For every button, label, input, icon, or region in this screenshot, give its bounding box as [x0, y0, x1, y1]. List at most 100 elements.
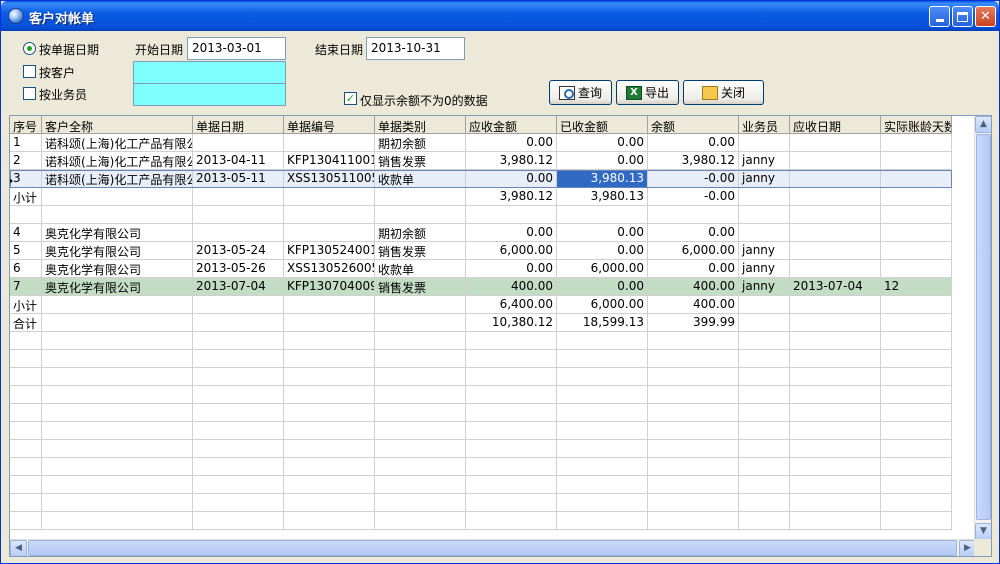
column-header[interactable]: 单据编号	[284, 116, 375, 134]
table-cell[interactable]: 奥克化学有限公司	[42, 260, 193, 278]
table-cell[interactable]	[739, 296, 790, 314]
table-cell[interactable]: janny	[739, 242, 790, 260]
table-cell[interactable]: 3,980.12	[648, 152, 739, 170]
horizontal-scroll-thumb[interactable]	[28, 540, 957, 556]
table-cell[interactable]: 2	[10, 152, 42, 170]
table-cell[interactable]	[881, 134, 952, 152]
table-cell[interactable]: 期初余额	[375, 134, 466, 152]
table-cell[interactable]: 3,980.12	[466, 188, 557, 206]
table-cell[interactable]: janny	[739, 278, 790, 296]
scroll-left-icon[interactable]: ◀	[10, 540, 27, 556]
table-cell[interactable]: 2013-05-26	[193, 260, 284, 278]
table-cell[interactable]	[881, 260, 952, 278]
table-cell[interactable]: 期初余额	[375, 224, 466, 242]
column-header[interactable]: 客户全称	[42, 116, 193, 134]
table-cell[interactable]: XSS130526005	[284, 260, 375, 278]
table-cell[interactable]: KFP130524001	[284, 242, 375, 260]
close-window-button[interactable]: ✕	[975, 6, 996, 27]
table-cell[interactable]	[790, 260, 881, 278]
table-cell[interactable]: 0.00	[466, 260, 557, 278]
table-cell[interactable]	[881, 224, 952, 242]
close-button[interactable]: 关闭	[683, 80, 764, 105]
table-cell[interactable]: 0.00	[648, 134, 739, 152]
table-cell[interactable]	[42, 188, 193, 206]
column-header[interactable]: 应收金额	[466, 116, 557, 134]
table-cell[interactable]: 0.00	[466, 134, 557, 152]
table-cell[interactable]: 399.99	[648, 314, 739, 332]
table-cell[interactable]	[284, 206, 375, 224]
table-cell[interactable]: 2013-05-11	[193, 170, 284, 188]
table-cell[interactable]: 2013-07-04	[193, 278, 284, 296]
table-cell[interactable]: 销售发票	[375, 152, 466, 170]
table-cell[interactable]	[193, 206, 284, 224]
table-row[interactable]: 1诺科颂(上海)化工产品有限公司期初余额0.000.000.00	[10, 134, 952, 152]
statement-grid[interactable]: 序号 客户全称 单据日期 单据编号 单据类别 应收金额 已收金额 余额 业务员 应收日期 实际账龄天…	[9, 115, 992, 557]
table-cell[interactable]	[284, 314, 375, 332]
query-button[interactable]: 查询	[549, 80, 612, 105]
table-cell[interactable]: 400.00	[648, 278, 739, 296]
table-cell[interactable]	[739, 134, 790, 152]
table-row[interactable]: 2诺科颂(上海)化工产品有限公司2013-04-11KFP130411001销售…	[10, 152, 952, 170]
table-cell[interactable]: 0.00	[648, 260, 739, 278]
column-header[interactable]: 已收金额	[557, 116, 648, 134]
scroll-down-icon[interactable]: ▼	[975, 523, 991, 540]
table-cell[interactable]: 3,980.12	[466, 152, 557, 170]
table-cell[interactable]	[284, 188, 375, 206]
table-cell[interactable]: 6,000.00	[557, 296, 648, 314]
table-row[interactable]: 3诺科颂(上海)化工产品有限公司2013-05-11XSS130511005收款…	[10, 170, 952, 188]
table-cell[interactable]: -0.00	[648, 170, 739, 188]
table-cell[interactable]: janny	[739, 260, 790, 278]
vertical-scrollbar[interactable]: ▲ ▼	[974, 116, 991, 540]
column-header[interactable]: 单据日期	[193, 116, 284, 134]
table-cell[interactable]: 2013-04-11	[193, 152, 284, 170]
table-cell[interactable]	[193, 188, 284, 206]
table-cell[interactable]	[42, 296, 193, 314]
table-cell[interactable]: 6	[10, 260, 42, 278]
title-bar[interactable]: 客户对帐单 ✕	[1, 1, 999, 31]
table-cell[interactable]: 2013-07-04	[790, 278, 881, 296]
table-cell[interactable]: 0.00	[557, 152, 648, 170]
table-cell[interactable]: 7	[10, 278, 42, 296]
by-salesman-checkbox[interactable]	[23, 87, 36, 100]
table-cell[interactable]: KFP130704009	[284, 278, 375, 296]
table-cell[interactable]: 5	[10, 242, 42, 260]
column-header[interactable]: 单据类别	[375, 116, 466, 134]
table-cell[interactable]: 奥克化学有限公司	[42, 278, 193, 296]
table-cell[interactable]: 诺科颂(上海)化工产品有限公司	[42, 134, 193, 152]
table-cell[interactable]	[881, 152, 952, 170]
minimize-button[interactable]	[929, 6, 950, 27]
column-header[interactable]: 余额	[648, 116, 739, 134]
table-cell[interactable]	[881, 188, 952, 206]
table-cell[interactable]	[790, 188, 881, 206]
table-cell[interactable]: 6,400.00	[466, 296, 557, 314]
table-cell[interactable]	[193, 314, 284, 332]
table-cell[interactable]	[881, 170, 952, 188]
start-date-input[interactable]: 2013-03-01	[187, 37, 286, 60]
table-cell[interactable]	[790, 242, 881, 260]
table-cell[interactable]	[739, 206, 790, 224]
table-cell[interactable]	[790, 152, 881, 170]
table-cell[interactable]	[193, 296, 284, 314]
only-nonzero-checkbox[interactable]: ✓	[344, 92, 357, 105]
table-cell[interactable]: 0.00	[648, 224, 739, 242]
table-cell[interactable]	[790, 134, 881, 152]
table-cell[interactable]: 诺科颂(上海)化工产品有限公司	[42, 170, 193, 188]
table-cell[interactable]: 0.00	[557, 224, 648, 242]
table-cell[interactable]: -0.00	[648, 188, 739, 206]
table-cell[interactable]: 0.00	[557, 242, 648, 260]
export-button[interactable]: X 导出	[616, 80, 679, 105]
table-row[interactable]	[10, 206, 952, 224]
table-row[interactable]: 合计 10,380.12 18,599.13 399.99	[10, 314, 952, 332]
table-cell[interactable]: 400.00	[466, 278, 557, 296]
by-doc-date-radio[interactable]	[23, 42, 36, 55]
table-cell[interactable]	[739, 314, 790, 332]
scroll-up-icon[interactable]: ▲	[975, 116, 991, 133]
table-cell[interactable]	[881, 242, 952, 260]
column-header[interactable]: 序号	[10, 116, 42, 134]
table-cell[interactable]	[881, 296, 952, 314]
salesman-input[interactable]	[133, 83, 286, 106]
column-header[interactable]: 业务员	[739, 116, 790, 134]
table-cell[interactable]: 奥克化学有限公司	[42, 242, 193, 260]
table-cell[interactable]	[790, 206, 881, 224]
table-cell[interactable]	[375, 314, 466, 332]
